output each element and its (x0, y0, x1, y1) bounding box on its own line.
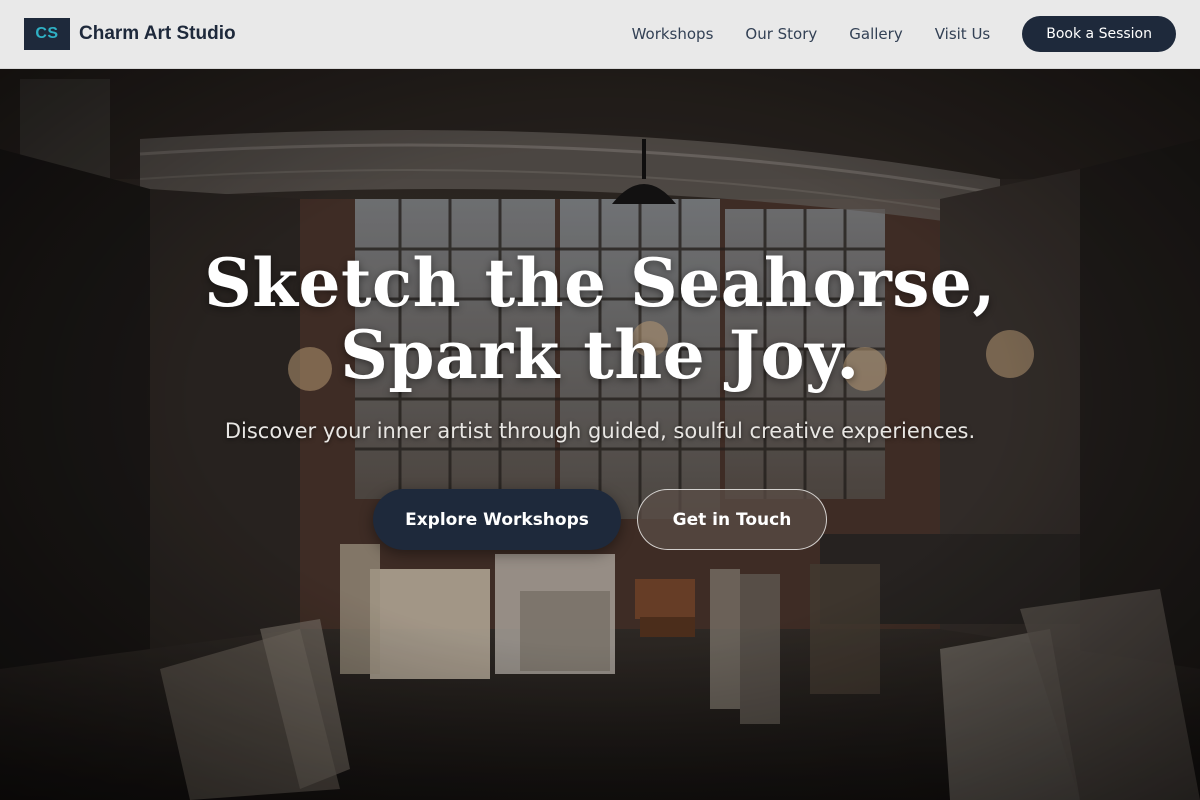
hero-headline: Sketch the Seahorse, Spark the Joy. (0, 247, 1200, 391)
brand-name: Charm Art Studio (79, 23, 236, 44)
hero-cta-group: Explore Workshops Get in Touch (0, 489, 1200, 550)
explore-workshops-button[interactable]: Explore Workshops (373, 489, 621, 550)
nav-link-workshops[interactable]: Workshops (632, 25, 714, 43)
book-session-button[interactable]: Book a Session (1022, 16, 1176, 52)
nav-link-visit-us[interactable]: Visit Us (935, 25, 991, 43)
site-header: CS Charm Art Studio Workshops Our Story … (0, 0, 1200, 69)
hero-subheadline: Discover your inner artist through guide… (224, 419, 976, 443)
main-nav: Workshops Our Story Gallery Visit Us Boo… (632, 16, 1176, 52)
nav-link-gallery[interactable]: Gallery (849, 25, 902, 43)
hero-content: Sketch the Seahorse, Spark the Joy. Disc… (0, 69, 1200, 800)
headline-line-1: Sketch the Seahorse, (204, 244, 996, 322)
brand[interactable]: CS Charm Art Studio (24, 18, 236, 50)
hero-section: Sketch the Seahorse, Spark the Joy. Disc… (0, 69, 1200, 800)
get-in-touch-button[interactable]: Get in Touch (637, 489, 827, 550)
logo-mark: CS (24, 18, 70, 50)
nav-link-our-story[interactable]: Our Story (745, 25, 817, 43)
headline-line-2: Spark the Joy. (340, 316, 860, 394)
